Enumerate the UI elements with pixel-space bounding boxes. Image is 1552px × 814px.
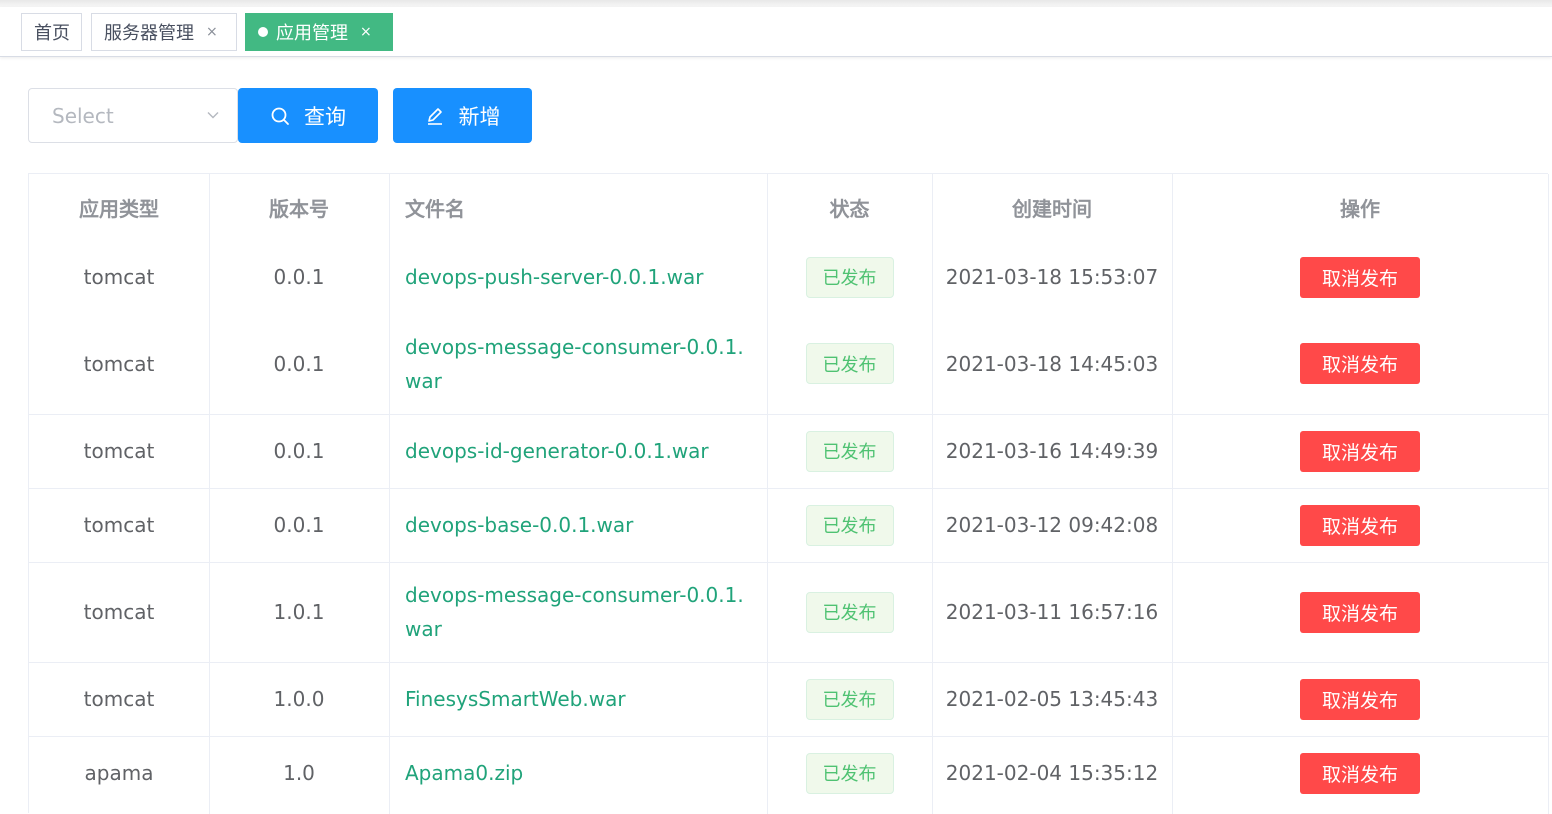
cell-filename[interactable]: devops-push-server-0.0.1.war — [405, 241, 755, 313]
tag-server-management[interactable]: 服务器管理 × — [91, 13, 237, 51]
cell-app-type: tomcat — [83, 513, 155, 537]
cell-status: 已发布 — [767, 662, 932, 736]
cell-version: 1.0.0 — [273, 687, 325, 711]
unpublish-button[interactable]: 取消发布 — [1300, 752, 1420, 794]
cell-actions: 取消发布 — [1172, 313, 1548, 414]
cell-actions: 取消发布 — [1172, 488, 1548, 562]
tag-label: 应用管理 — [276, 23, 348, 44]
unpublish-button[interactable]: 取消发布 — [1300, 591, 1420, 633]
cell-filename[interactable]: devops-message-consumer-0.0.1.war — [405, 313, 755, 414]
tags-view-bar: 首页 服务器管理 × 应用管理 × — [0, 7, 1552, 57]
status-badge: 已发布 — [805, 678, 894, 720]
cell-created-time: 2021-03-16 14:49:39 — [945, 439, 1159, 463]
cell-status: 已发布 — [767, 736, 932, 810]
cell-status: 已发布 — [767, 241, 932, 313]
cell-filename[interactable]: devops-message-consumer-0.0.1.war — [405, 562, 755, 662]
unpublish-button[interactable]: 取消发布 — [1300, 504, 1420, 546]
cell-status: 已发布 — [767, 488, 932, 562]
cell-app-type: tomcat — [83, 265, 155, 289]
header-created-time: 创建时间 — [1012, 197, 1092, 221]
cell-actions: 取消发布 — [1172, 241, 1548, 313]
select-placeholder: Select — [52, 103, 114, 128]
status-badge: 已发布 — [805, 430, 894, 472]
cell-app-type: apama — [84, 761, 154, 785]
column-divider — [1548, 174, 1549, 814]
cell-actions: 取消发布 — [1172, 736, 1548, 810]
edit-icon — [427, 107, 442, 125]
cell-version: 1.0 — [283, 761, 315, 785]
cell-actions: 取消发布 — [1172, 414, 1548, 488]
header-filename: 文件名 — [405, 197, 465, 221]
cell-version: 0.0.1 — [273, 351, 325, 376]
tag-label: 服务器管理 — [104, 23, 194, 44]
applications-table: 应用类型 版本号 文件名 状态 创建时间 操作 tomcat 0.0.1 dev… — [28, 173, 1549, 814]
cell-created-time: 2021-02-04 15:35:12 — [945, 761, 1159, 785]
cell-filename[interactable]: Apama0.zip — [405, 736, 755, 810]
cell-status: 已发布 — [767, 414, 932, 488]
cell-created-time: 2021-02-05 13:45:43 — [945, 687, 1159, 711]
unpublish-button[interactable]: 取消发布 — [1300, 430, 1420, 472]
unpublish-button[interactable]: 取消发布 — [1300, 256, 1420, 298]
top-edge — [0, 0, 1552, 7]
close-icon[interactable]: × — [206, 24, 218, 40]
header-actions: 操作 — [1340, 197, 1380, 221]
status-badge: 已发布 — [805, 591, 894, 633]
close-icon[interactable]: × — [360, 24, 372, 40]
cell-filename[interactable]: FinesysSmartWeb.war — [405, 662, 755, 736]
cell-filename[interactable]: devops-base-0.0.1.war — [405, 488, 755, 562]
cell-version: 1.0.1 — [273, 600, 325, 624]
column-divider — [389, 174, 390, 814]
tag-label: 首页 — [34, 23, 70, 44]
search-icon — [271, 107, 289, 125]
search-button[interactable]: 查询 — [238, 88, 378, 143]
cell-app-type: tomcat — [83, 439, 155, 463]
unpublish-button[interactable]: 取消发布 — [1300, 343, 1420, 384]
app-type-select[interactable]: Select — [28, 88, 238, 143]
chevron-down-icon — [207, 112, 219, 119]
status-badge: 已发布 — [805, 256, 894, 298]
cell-version: 0.0.1 — [273, 265, 325, 289]
cell-created-time: 2021-03-18 14:45:03 — [945, 351, 1159, 376]
active-dot-icon — [258, 27, 268, 37]
header-version: 版本号 — [269, 197, 329, 221]
add-button-label: 新增 — [458, 104, 501, 129]
search-button-label: 查询 — [304, 104, 346, 129]
status-badge: 已发布 — [805, 752, 894, 794]
cell-actions: 取消发布 — [1172, 662, 1548, 736]
add-button[interactable]: 新增 — [393, 88, 532, 143]
cell-status: 已发布 — [767, 562, 932, 662]
cell-created-time: 2021-03-18 15:53:07 — [945, 265, 1159, 289]
header-status: 状态 — [829, 197, 870, 221]
cell-version: 0.0.1 — [273, 439, 325, 463]
cell-app-type: tomcat — [83, 687, 155, 711]
cell-filename[interactable]: devops-id-generator-0.0.1.war — [405, 414, 755, 488]
status-badge: 已发布 — [805, 504, 894, 546]
cell-created-time: 2021-03-12 09:42:08 — [945, 513, 1159, 537]
cell-status: 已发布 — [767, 313, 932, 414]
status-badge: 已发布 — [805, 343, 894, 384]
cell-actions: 取消发布 — [1172, 562, 1548, 662]
cell-app-type: tomcat — [83, 600, 155, 624]
header-app-type: 应用类型 — [79, 197, 159, 221]
unpublish-button[interactable]: 取消发布 — [1300, 678, 1420, 720]
cell-version: 0.0.1 — [273, 513, 325, 537]
cell-created-time: 2021-03-11 16:57:16 — [945, 600, 1159, 624]
cell-app-type: tomcat — [83, 351, 155, 376]
tag-home[interactable]: 首页 — [21, 13, 82, 51]
tag-app-management[interactable]: 应用管理 × — [245, 13, 393, 51]
